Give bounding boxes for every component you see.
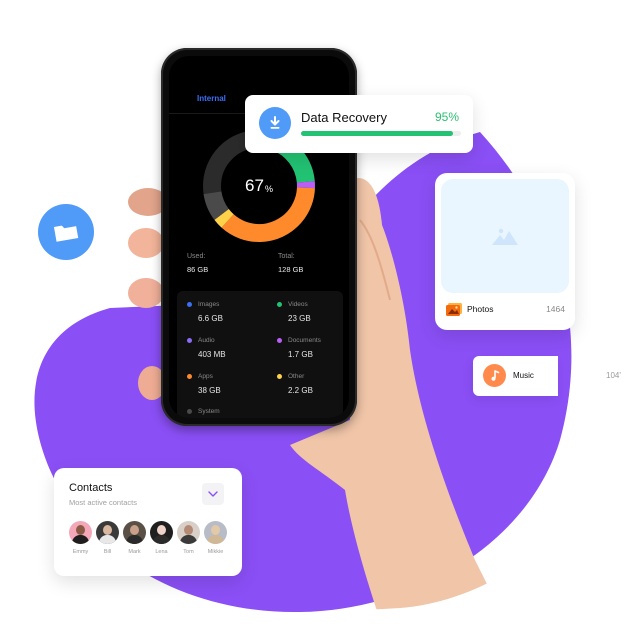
contacts-subtitle: Most active contacts (69, 498, 137, 507)
category-name: Images (198, 301, 220, 308)
photos-count: 1464 (546, 304, 565, 314)
avatar (96, 521, 119, 544)
category-size: 38 GB (198, 386, 221, 396)
used-stat: Used: 86 GB (187, 253, 208, 274)
chevron-down-icon (208, 491, 218, 497)
data-recovery-card[interactable]: Data Recovery 95% (245, 95, 473, 153)
category-videos[interactable]: Videos 23 GB (277, 301, 311, 323)
avatar (150, 521, 173, 544)
photos-icon (446, 303, 462, 316)
contact-name: Lena (155, 549, 168, 555)
download-icon-circle (259, 107, 291, 139)
usage-percent-value: 67 (245, 176, 264, 195)
storage-categories-panel: Images 6.6 GB Videos 23 GB Audio 403 MB … (177, 291, 343, 418)
total-value: 128 GB (278, 265, 304, 274)
category-dot (277, 302, 282, 307)
contacts-title: Contacts (69, 482, 113, 494)
contact-name: Mark (128, 549, 141, 555)
category-name: Other (288, 373, 305, 380)
photo-thumbnail-placeholder (441, 179, 569, 293)
category-size: 6.6 GB (198, 314, 223, 324)
contact-name: Bill (103, 549, 112, 555)
music-count: 104' (606, 371, 621, 380)
usage-percent-sign: % (264, 183, 273, 194)
used-label: Used: (187, 253, 206, 260)
category-size: 23 GB (288, 314, 311, 324)
category-name: System (198, 408, 220, 415)
category-dot (187, 374, 192, 379)
category-audio[interactable]: Audio 403 MB (187, 337, 226, 359)
category-size: 403 MB (198, 350, 226, 360)
recovery-progress-fill (301, 131, 453, 136)
contact-item[interactable]: Mikkie (204, 521, 227, 555)
category-name: Videos (288, 301, 308, 308)
used-value: 86 GB (187, 265, 209, 274)
category-size: 1.7 GB (288, 350, 313, 360)
music-icon-circle (483, 364, 506, 387)
music-label: Music (513, 371, 534, 380)
folder-bubble[interactable] (38, 204, 94, 260)
contact-item[interactable]: Mark (123, 521, 146, 555)
avatar (204, 521, 227, 544)
category-size: 2.2 GB (288, 386, 313, 396)
avatar (69, 521, 92, 544)
contact-item[interactable]: Emmy (69, 521, 92, 555)
contact-item[interactable]: Tom (177, 521, 200, 555)
category-dot (277, 374, 282, 379)
category-name: Documents (288, 337, 321, 344)
music-card[interactable]: Music (473, 356, 558, 396)
avatar (177, 521, 200, 544)
folder-icon (53, 225, 79, 242)
contacts-dropdown-button[interactable] (202, 483, 224, 505)
recovery-title: Data Recovery (301, 110, 387, 125)
category-name: Audio (198, 337, 215, 344)
contact-name: Mikkie (207, 549, 224, 555)
recovery-progress-bar (301, 131, 461, 136)
category-dot (277, 338, 282, 343)
photos-card[interactable]: Photos 1464 (435, 173, 575, 330)
image-placeholder-icon (492, 228, 518, 245)
contact-item[interactable]: Lena (150, 521, 173, 555)
contact-name: Emmy (72, 549, 89, 555)
music-note-icon (491, 369, 499, 381)
avatar (123, 521, 146, 544)
category-documents[interactable]: Documents 1.7 GB (277, 337, 321, 359)
category-name: Apps (198, 373, 213, 380)
tab-internal[interactable]: Internal (197, 94, 226, 103)
category-dot (187, 338, 192, 343)
contact-name: Tom (183, 549, 194, 555)
contacts-avatar-list: Emmy Bill Mark Lena Tom Mikkie (69, 521, 227, 555)
category-other[interactable]: Other 2.2 GB (277, 373, 313, 395)
download-icon (270, 116, 280, 129)
category-system[interactable]: System (187, 408, 220, 415)
category-dot (187, 409, 192, 414)
photos-label: Photos (467, 304, 494, 314)
contact-item[interactable]: Bill (96, 521, 119, 555)
recovery-percent: 95% (434, 110, 459, 124)
total-stat: Total: 128 GB (278, 253, 303, 274)
contacts-card: Contacts Most active contacts Emmy Bill … (54, 468, 242, 576)
category-apps[interactable]: Apps 38 GB (187, 373, 221, 395)
category-images[interactable]: Images 6.6 GB (187, 301, 223, 323)
total-label: Total: (278, 253, 295, 260)
category-dot (187, 302, 192, 307)
